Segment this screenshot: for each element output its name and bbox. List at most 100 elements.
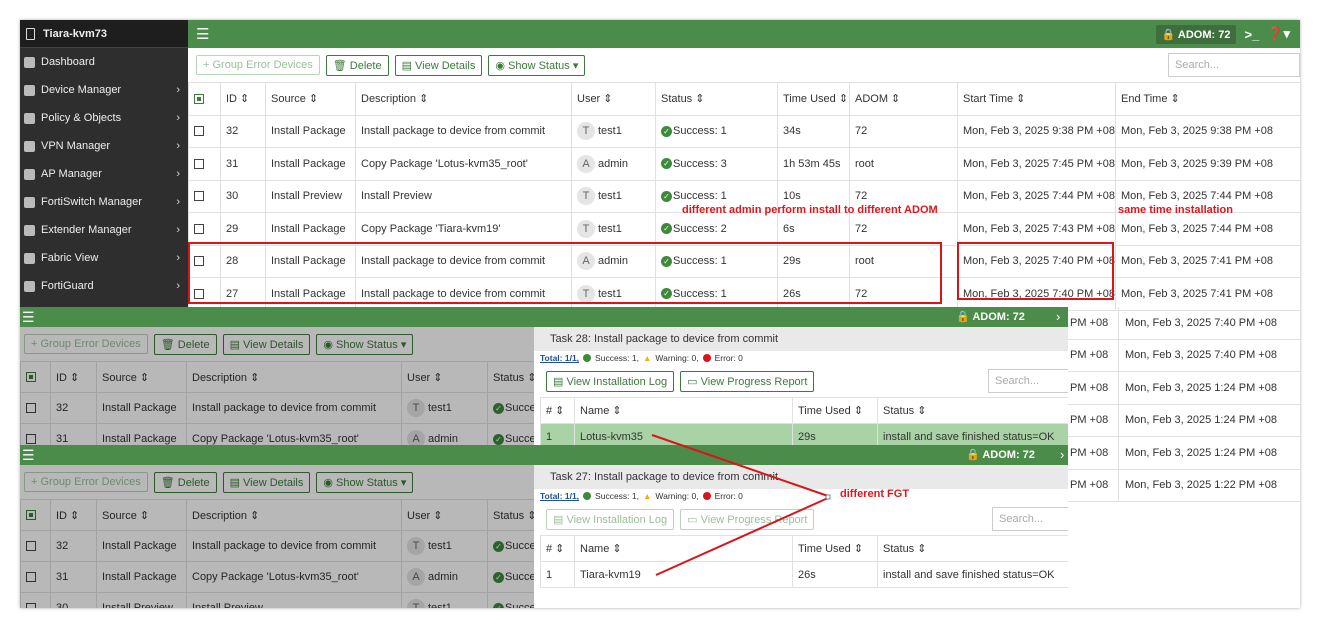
column-header[interactable]: Description ⇕ <box>355 82 572 116</box>
row-checkbox[interactable] <box>188 212 221 246</box>
table-row[interactable]: 32 Install Package Install package to devi… <box>188 114 1300 148</box>
delete-button[interactable]: 🗑 Delete <box>325 54 389 76</box>
row-checkbox[interactable] <box>188 147 221 181</box>
table-row[interactable]: 29 Install Package Copy Package 'Tiara-kvm… <box>188 212 1300 246</box>
view-installation-log-button[interactable]: ▤ View Installation Log <box>546 370 675 392</box>
end-fragment-row: PM +08 Mon, Feb 3, 2025 1:24 PM +08 <box>1068 372 1300 405</box>
sidebar-item[interactable]: Fabric View › <box>20 244 188 272</box>
end-fragment-row: PM +08 Mon, Feb 3, 2025 1:22 PM +08 <box>1068 469 1300 502</box>
cell-start-fragment: PM +08 <box>1070 316 1109 329</box>
sidebar-item[interactable]: FortiSwitch Manager › <box>20 188 188 216</box>
view-details-button[interactable]: ▤ View Details <box>394 54 483 76</box>
column-header[interactable]: Name ⇕ <box>574 535 793 562</box>
adom-label: ADOM: 72 <box>1177 28 1231 41</box>
view-details-label: View Details <box>415 59 476 72</box>
delete-label: Delete <box>349 59 382 72</box>
cell-start-fragment: PM +08 <box>1070 349 1109 362</box>
chevron-right-icon[interactable]: › <box>1060 447 1064 462</box>
cell-start-fragment: PM +08 <box>1070 414 1109 427</box>
checkbox-icon <box>194 223 204 234</box>
column-header[interactable]: Status ⇕ <box>877 397 1068 424</box>
highlight-box-starttime <box>957 242 1114 300</box>
progress-label: View Progress Report <box>700 375 808 388</box>
column-header[interactable]: # ⇕ <box>540 535 575 562</box>
cell-time-used: 26s <box>792 561 878 588</box>
table-header-row: ID ⇕ Source ⇕ Description ⇕ User ⇕ Status ⇕ T… <box>188 82 1300 116</box>
row-checkbox[interactable] <box>188 114 221 148</box>
total-link[interactable]: Total: 1/1, <box>540 491 579 501</box>
sidebar-item[interactable]: AP Manager › <box>20 160 188 188</box>
overlay-left-panel: + Group Error Devices 🗑 Delete ▤ View De… <box>20 465 535 608</box>
select-all-checkbox[interactable] <box>188 82 221 116</box>
chevron-right-icon: › <box>176 224 180 236</box>
cell-end-fragment: Mon, Feb 3, 2025 1:24 PM +08 <box>1118 437 1277 469</box>
sidebar-item[interactable]: VPN Manager › <box>20 132 188 160</box>
sidebar-item[interactable]: Dashboard <box>20 48 188 76</box>
adom-selector[interactable]: 🔒 ADOM: 72 <box>956 310 1025 323</box>
table-row[interactable]: 31 Install Package Copy Package 'Lotus-kvm… <box>188 147 1300 181</box>
column-header[interactable]: Time Used ⇕ <box>777 82 850 116</box>
status-text: Success: 2 <box>673 222 727 235</box>
help-icon[interactable]: ❓▾ <box>1267 26 1290 42</box>
cell-end-time: Mon, Feb 3, 2025 7:44 PM +08 <box>1115 212 1300 246</box>
sidebar-item[interactable]: FortiGuard › <box>20 272 188 300</box>
avatar: T <box>577 122 595 141</box>
row-checkbox[interactable] <box>188 179 221 213</box>
cell-description: Copy Package 'Tiara-kvm19' <box>355 212 572 246</box>
chevron-right-icon[interactable]: › <box>1056 309 1060 324</box>
chevron-right-icon: › <box>176 252 180 264</box>
checkbox-icon <box>194 93 204 104</box>
sidebar-header[interactable]: Tiara-kvm73 <box>20 20 188 48</box>
task-search-input[interactable]: Search... <box>992 507 1068 531</box>
show-status-button[interactable]: ◉ Show Status ▾ <box>488 54 586 76</box>
column-header[interactable]: Status ⇕ <box>655 82 778 116</box>
column-header[interactable]: ID ⇕ <box>220 82 266 116</box>
task-search-input[interactable]: Search... <box>988 369 1068 393</box>
cell-status: ✓ Success: 2 <box>655 212 778 246</box>
cell-user: Aadmin <box>571 147 656 181</box>
menu-toggle-icon[interactable]: ☰ <box>188 25 218 43</box>
column-header[interactable]: Time Used ⇕ <box>792 397 878 424</box>
cell-adom: root <box>849 147 958 181</box>
sidebar-item-label: Policy & Objects <box>41 112 122 124</box>
device-manager-icon <box>24 84 35 96</box>
cell-end-time: Mon, Feb 3, 2025 7:41 PM +08 <box>1115 244 1300 278</box>
success-count: Success: 1, <box>595 353 639 363</box>
cli-console-icon[interactable]: >_ <box>1244 27 1259 42</box>
column-header[interactable]: Start Time ⇕ <box>957 82 1116 116</box>
sidebar-item[interactable]: Extender Manager › <box>20 216 188 244</box>
view-progress-report-button[interactable]: ▭ View Progress Report <box>680 508 815 530</box>
checkbox-icon <box>194 158 204 169</box>
user-name: test1 <box>598 222 622 235</box>
task28-panel: Task 28: Install package to device from … <box>534 327 1068 448</box>
cell-time-used: 34s <box>777 114 850 148</box>
column-header[interactable]: Status ⇕ <box>877 535 1068 562</box>
success-count: Success: 1, <box>595 491 639 501</box>
status-text: Success: 3 <box>673 157 727 170</box>
group-error-devices-button[interactable]: + Group Error Devices <box>196 55 320 75</box>
table-row[interactable]: 1 Tiara-kvm19 26s install and save finished… <box>540 561 1068 588</box>
avatar: T <box>577 219 595 238</box>
sidebar-item[interactable]: Device Manager › <box>20 76 188 104</box>
column-header[interactable]: ADOM ⇕ <box>849 82 958 116</box>
column-header[interactable]: # ⇕ <box>540 397 575 424</box>
search-input[interactable]: Search... <box>1168 53 1300 77</box>
warning-icon: ▲ <box>642 353 652 363</box>
column-header[interactable]: Source ⇕ <box>265 82 356 116</box>
adom-selector[interactable]: 🔒 ADOM: 72 <box>966 448 1035 461</box>
view-progress-report-button[interactable]: ▭ View Progress Report <box>680 370 815 392</box>
cell-index: 1 <box>540 561 575 588</box>
progress-label: View Progress Report <box>700 513 808 526</box>
menu-toggle-icon[interactable]: ☰ <box>20 447 35 464</box>
sidebar-item[interactable]: Policy & Objects › <box>20 104 188 132</box>
overlay-top-bar: ☰ 🔒 ADOM: 72 › <box>20 307 1068 327</box>
column-header[interactable]: Name ⇕ <box>574 397 793 424</box>
menu-toggle-icon[interactable]: ☰ <box>20 309 35 326</box>
total-link[interactable]: Total: 1/1, <box>540 353 579 363</box>
view-installation-log-button[interactable]: ▤ View Installation Log <box>546 508 675 530</box>
cell-start-time: Mon, Feb 3, 2025 7:43 PM +08 <box>957 212 1116 246</box>
column-header[interactable]: End Time ⇕ <box>1115 82 1300 116</box>
column-header[interactable]: User ⇕ <box>571 82 656 116</box>
adom-selector[interactable]: 🔒 ADOM: 72 <box>1155 24 1237 44</box>
column-header[interactable]: Time Used ⇕ <box>792 535 878 562</box>
